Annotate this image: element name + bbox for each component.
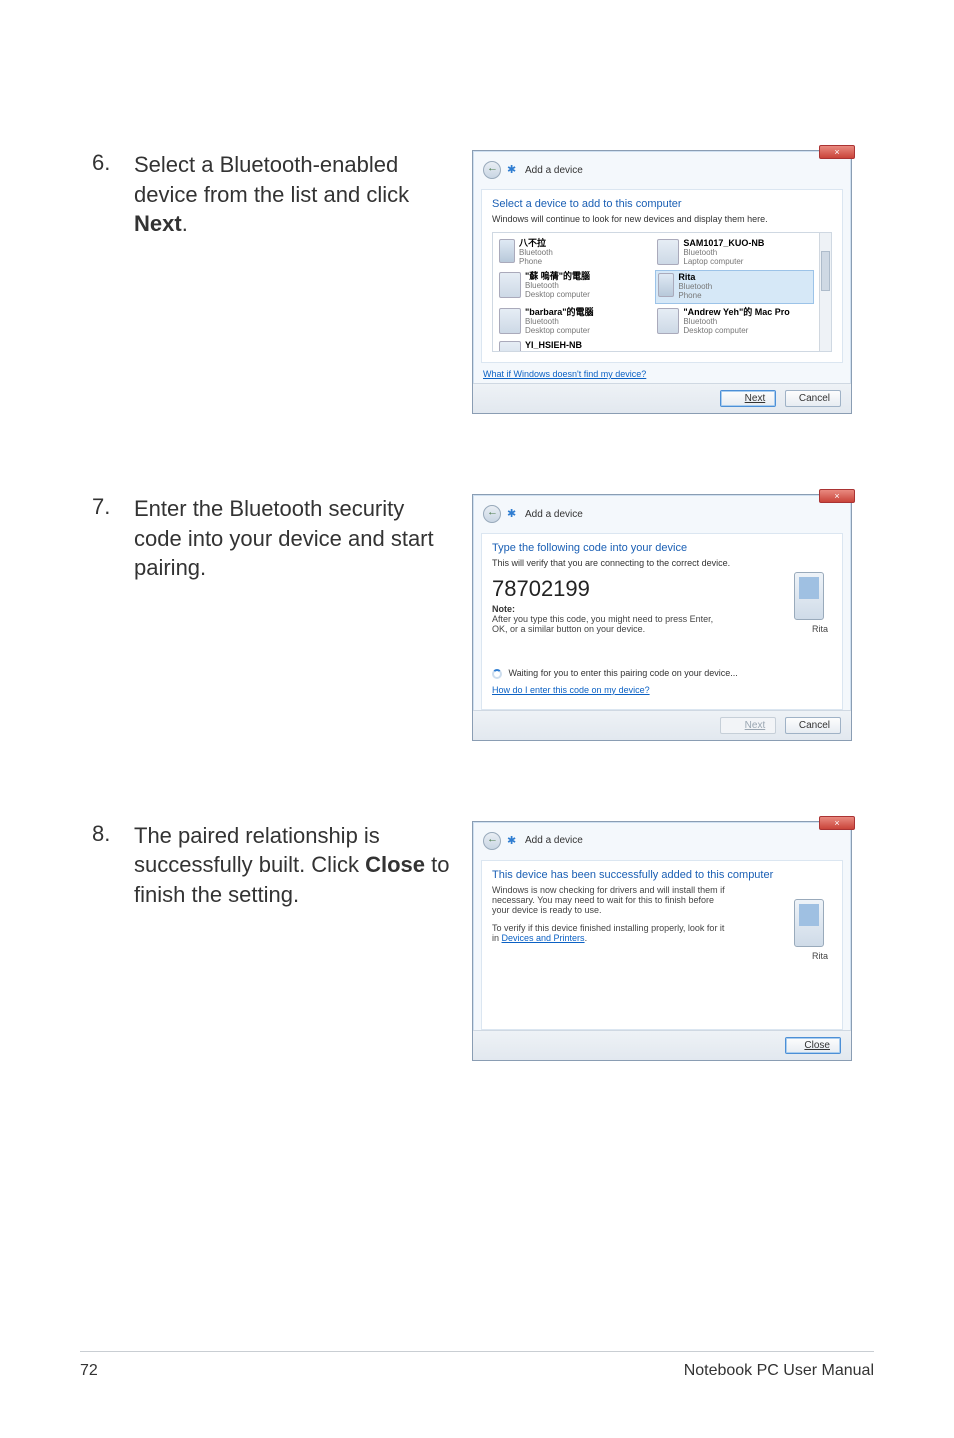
device-item[interactable]: 八不拉BluetoothPhone (497, 237, 655, 268)
device-caption: Rita (812, 951, 828, 961)
desktop-icon (499, 272, 521, 298)
phone-icon (658, 273, 674, 297)
step-number: 8. (80, 821, 116, 847)
phone-icon (794, 572, 824, 620)
device-item[interactable]: YI_HSIEH-NBBluetooth (497, 339, 655, 352)
step-text: Select a Bluetooth-enabled device from t… (134, 150, 454, 239)
dialog-heading: This device has been successfully added … (492, 869, 832, 881)
phone-icon (794, 899, 824, 947)
desktop-icon (499, 308, 521, 334)
manual-title: Notebook PC User Manual (684, 1362, 874, 1380)
close-button-label: Close (804, 1040, 830, 1051)
device-caption: Rita (812, 624, 828, 634)
device-subtype: Phone (519, 258, 553, 267)
scrollbar[interactable] (819, 233, 831, 351)
device-item[interactable]: RitaBluetoothPhone (655, 270, 813, 303)
next-button-label: Next (745, 720, 766, 731)
desktop-icon (657, 308, 679, 334)
device-subtype: Desktop computer (525, 327, 594, 336)
next-button: Next (720, 717, 776, 734)
page-number: 72 (80, 1362, 98, 1380)
note-label: Note: (492, 604, 832, 614)
verify-suffix: . (585, 933, 588, 943)
waiting-text: Waiting for you to enter this pairing co… (509, 668, 738, 678)
dialog-add-device-select: × Add a device Select a device to add to… (472, 150, 852, 414)
bluetooth-icon (507, 163, 519, 177)
laptop-icon (499, 341, 521, 352)
dialog-heading: Select a device to add to this computer (492, 198, 832, 210)
phone-icon (499, 239, 515, 263)
device-list[interactable]: 八不拉BluetoothPhoneSAM1017_KUO-NBBluetooth… (492, 232, 832, 352)
pairing-code: 78702199 (492, 576, 832, 602)
device-item[interactable]: "Andrew Yeh"的 Mac ProBluetoothDesktop co… (655, 306, 813, 337)
close-icon[interactable]: × (819, 145, 855, 159)
dialog-add-device-code: × Add a device Type the following code i… (472, 494, 852, 741)
device-subtype: Desktop computer (683, 327, 789, 336)
step-text: Enter the Bluetooth security code into y… (134, 494, 454, 583)
device-subtype: Phone (678, 292, 712, 301)
dialog-heading: Type the following code into your device (492, 542, 832, 554)
device-item[interactable]: "蘇 嗚蒨"的電腦BluetoothDesktop computer (497, 270, 655, 301)
close-button[interactable]: Close (785, 1037, 841, 1054)
close-icon[interactable]: × (819, 489, 855, 503)
next-button-label: Next (745, 393, 766, 404)
note-text: After you type this code, you might need… (492, 614, 722, 634)
help-link[interactable]: How do I enter this code on my device? (492, 685, 650, 695)
device-item[interactable]: SAM1017_KUO-NBBluetoothLaptop computer (655, 237, 813, 268)
window-title: Add a device (525, 835, 583, 846)
verify-text: To verify if this device finished instal… (492, 923, 732, 943)
spinner-icon (492, 669, 502, 679)
step-number: 6. (80, 150, 116, 176)
window-title: Add a device (525, 509, 583, 520)
dialog-add-device-success: × Add a device This device has been succ… (472, 821, 852, 1061)
cancel-button[interactable]: Cancel (785, 390, 841, 407)
bluetooth-icon (507, 507, 519, 521)
back-icon[interactable] (483, 832, 501, 850)
waiting-status: Waiting for you to enter this pairing co… (492, 668, 832, 679)
next-button[interactable]: Next (720, 390, 776, 407)
dialog-description: Windows is now checking for drivers and … (492, 885, 732, 915)
device-subtype: Laptop computer (683, 258, 764, 267)
cancel-button[interactable]: Cancel (785, 717, 841, 734)
dialog-subheading: Windows will continue to look for new de… (492, 214, 832, 224)
step-text: The paired relationship is successfully … (134, 821, 454, 910)
window-title: Add a device (525, 165, 583, 176)
laptop-icon (657, 239, 679, 265)
bluetooth-icon (507, 834, 519, 848)
device-subtype: Desktop computer (525, 291, 590, 300)
back-icon[interactable] (483, 161, 501, 179)
device-item[interactable]: "barbara"的電腦BluetoothDesktop computer (497, 306, 655, 337)
dialog-subheading: This will verify that you are connecting… (492, 558, 832, 568)
help-link[interactable]: What if Windows doesn't find my device? (483, 369, 646, 379)
back-icon[interactable] (483, 505, 501, 523)
step-number: 7. (80, 494, 116, 520)
devices-printers-link[interactable]: Devices and Printers (502, 933, 585, 943)
device-type: Bluetooth (525, 351, 582, 352)
close-icon[interactable]: × (819, 816, 855, 830)
